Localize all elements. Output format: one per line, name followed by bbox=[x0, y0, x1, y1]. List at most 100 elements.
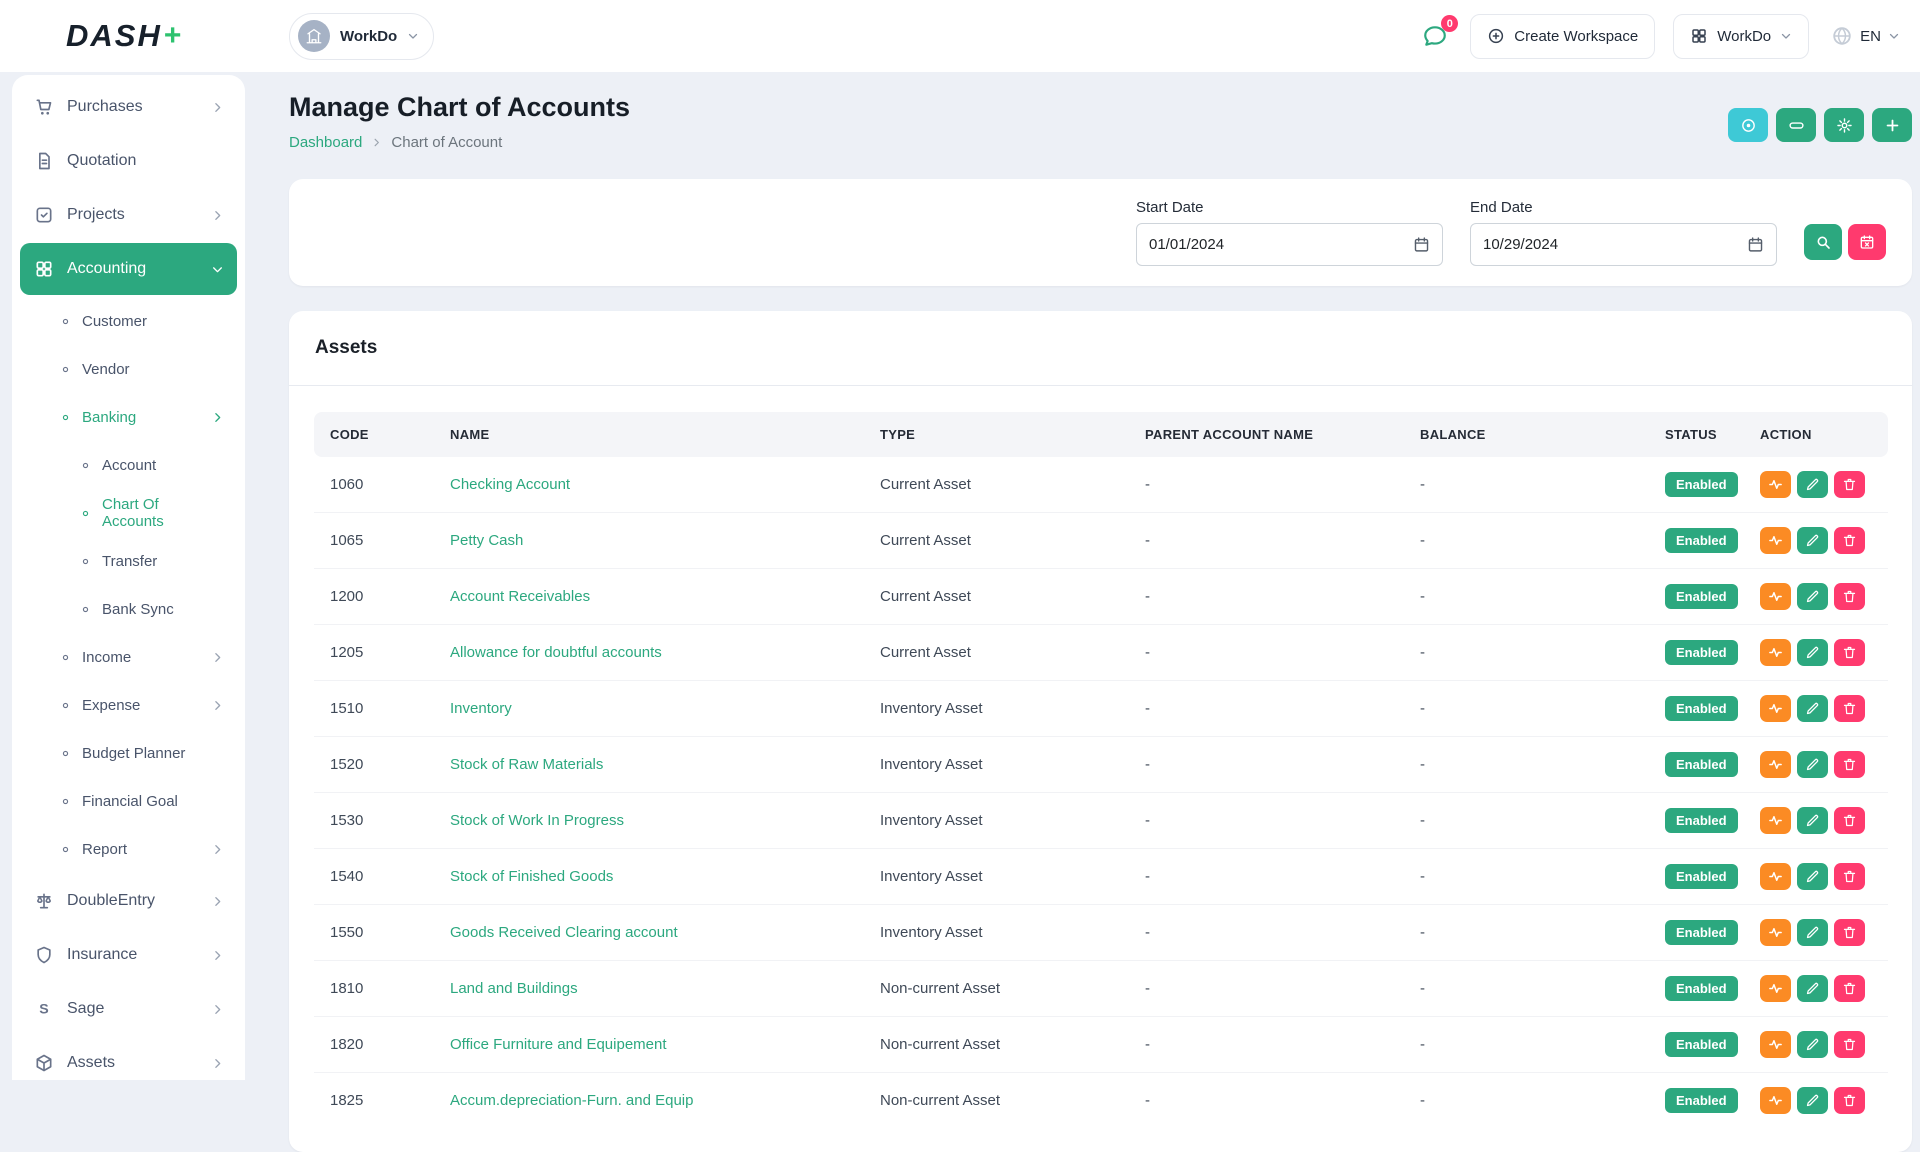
sub-account-button[interactable] bbox=[1760, 695, 1791, 722]
account-name-link[interactable]: Stock of Raw Materials bbox=[450, 756, 603, 773]
sidebar-item-label: Projects bbox=[67, 206, 125, 224]
account-name-link[interactable]: Checking Account bbox=[450, 476, 570, 493]
column-type: TYPE bbox=[864, 412, 1129, 457]
sidebar-item-chart-of-accounts[interactable]: Chart Of Accounts bbox=[20, 489, 237, 537]
account-name-link[interactable]: Accum.depreciation-Furn. and Equip bbox=[450, 1092, 693, 1109]
end-date-input[interactable]: 10/29/2024 bbox=[1470, 223, 1777, 266]
search-icon bbox=[1815, 234, 1831, 250]
sidebar-item-purchases[interactable]: Purchases bbox=[20, 81, 237, 133]
sidebar-item-label: Purchases bbox=[67, 98, 143, 116]
workdo-apps-button[interactable]: WorkDo bbox=[1673, 14, 1809, 59]
delete-button[interactable] bbox=[1834, 639, 1865, 666]
settings-button[interactable] bbox=[1824, 108, 1864, 142]
sidebar-item-vendor[interactable]: Vendor bbox=[20, 345, 237, 393]
breadcrumb-dashboard-link[interactable]: Dashboard bbox=[289, 134, 362, 151]
sidebar-item-banking[interactable]: Banking bbox=[20, 393, 237, 441]
sub-account-button[interactable] bbox=[1760, 751, 1791, 778]
delete-button[interactable] bbox=[1834, 471, 1865, 498]
sub-account-button[interactable] bbox=[1760, 639, 1791, 666]
start-date-input[interactable]: 01/01/2024 bbox=[1136, 223, 1443, 266]
account-name-link[interactable]: Allowance for doubtful accounts bbox=[450, 644, 662, 661]
sub-account-button[interactable] bbox=[1760, 527, 1791, 554]
delete-button[interactable] bbox=[1834, 1087, 1865, 1114]
pencil-icon bbox=[1805, 589, 1820, 604]
pencil-icon bbox=[1805, 645, 1820, 660]
reset-filter-button[interactable] bbox=[1848, 224, 1886, 260]
edit-button[interactable] bbox=[1797, 975, 1828, 1002]
language-selector[interactable]: EN bbox=[1827, 19, 1904, 53]
sidebar-item-report[interactable]: Report bbox=[20, 825, 237, 873]
status-badge: Enabled bbox=[1665, 808, 1738, 833]
account-name-link[interactable]: Office Furniture and Equipement bbox=[450, 1036, 667, 1053]
account-name-link[interactable]: Account Receivables bbox=[450, 588, 590, 605]
trash-icon bbox=[1842, 757, 1857, 772]
delete-button[interactable] bbox=[1834, 975, 1865, 1002]
sidebar-item-expense[interactable]: Expense bbox=[20, 681, 237, 729]
account-name-link[interactable]: Stock of Finished Goods bbox=[450, 868, 613, 885]
edit-button[interactable] bbox=[1797, 1087, 1828, 1114]
sidebar-item-sage[interactable]: Sage bbox=[20, 983, 237, 1035]
sidebar-item-insurance[interactable]: Insurance bbox=[20, 929, 237, 981]
delete-button[interactable] bbox=[1834, 583, 1865, 610]
header-action-capsule-button[interactable] bbox=[1776, 108, 1816, 142]
edit-button[interactable] bbox=[1797, 471, 1828, 498]
search-button[interactable] bbox=[1804, 224, 1842, 260]
grid-icon bbox=[34, 259, 54, 279]
header-action-disc-button[interactable] bbox=[1728, 108, 1768, 142]
app-logo[interactable]: DASH + bbox=[0, 18, 245, 54]
edit-button[interactable] bbox=[1797, 583, 1828, 610]
sub-account-button[interactable] bbox=[1760, 975, 1791, 1002]
account-name-link[interactable]: Land and Buildings bbox=[450, 980, 578, 997]
sidebar-item-quotation[interactable]: Quotation bbox=[20, 135, 237, 187]
sidebar-item-income[interactable]: Income bbox=[20, 633, 237, 681]
edit-button[interactable] bbox=[1797, 919, 1828, 946]
workspace-switcher[interactable]: WorkDo bbox=[289, 13, 434, 60]
create-workspace-button[interactable]: Create Workspace bbox=[1470, 14, 1655, 59]
sub-account-button[interactable] bbox=[1760, 471, 1791, 498]
status-badge: Enabled bbox=[1665, 584, 1738, 609]
sidebar-item-transfer[interactable]: Transfer bbox=[20, 537, 237, 585]
double-entry-icon bbox=[34, 891, 54, 911]
edit-button[interactable] bbox=[1797, 751, 1828, 778]
delete-button[interactable] bbox=[1834, 695, 1865, 722]
filter-card: Start Date 01/01/2024 End Date 10/29/202… bbox=[289, 179, 1912, 286]
delete-button[interactable] bbox=[1834, 863, 1865, 890]
sidebar-item-accounting[interactable]: Accounting bbox=[20, 243, 237, 295]
account-name-link[interactable]: Petty Cash bbox=[450, 532, 523, 549]
account-name-link[interactable]: Goods Received Clearing account bbox=[450, 924, 678, 941]
delete-button[interactable] bbox=[1834, 1031, 1865, 1058]
sub-account-button[interactable] bbox=[1760, 807, 1791, 834]
sidebar-item-budget-planner[interactable]: Budget Planner bbox=[20, 729, 237, 777]
edit-button[interactable] bbox=[1797, 695, 1828, 722]
table-row: 1825 Accum.depreciation-Furn. and Equip … bbox=[314, 1073, 1888, 1129]
sidebar-item-bank-sync[interactable]: Bank Sync bbox=[20, 585, 237, 633]
edit-button[interactable] bbox=[1797, 1031, 1828, 1058]
add-account-button[interactable] bbox=[1872, 108, 1912, 142]
delete-button[interactable] bbox=[1834, 751, 1865, 778]
account-name-link[interactable]: Stock of Work In Progress bbox=[450, 812, 624, 829]
account-code: 1550 bbox=[314, 905, 434, 961]
delete-button[interactable] bbox=[1834, 527, 1865, 554]
sidebar-item-doubleentry[interactable]: DoubleEntry bbox=[20, 875, 237, 927]
sub-account-button[interactable] bbox=[1760, 1031, 1791, 1058]
sub-account-button[interactable] bbox=[1760, 583, 1791, 610]
sub-account-button[interactable] bbox=[1760, 919, 1791, 946]
edit-button[interactable] bbox=[1797, 639, 1828, 666]
sub-account-button[interactable] bbox=[1760, 863, 1791, 890]
sidebar-item-account[interactable]: Account bbox=[20, 441, 237, 489]
sidebar-item-label: Account bbox=[102, 457, 156, 474]
sidebar-item-customer[interactable]: Customer bbox=[20, 297, 237, 345]
messages-button[interactable]: 0 bbox=[1418, 19, 1452, 53]
edit-button[interactable] bbox=[1797, 807, 1828, 834]
trash-icon bbox=[1842, 813, 1857, 828]
sidebar-item-financial-goal[interactable]: Financial Goal bbox=[20, 777, 237, 825]
delete-button[interactable] bbox=[1834, 807, 1865, 834]
account-name-link[interactable]: Inventory bbox=[450, 700, 512, 717]
delete-button[interactable] bbox=[1834, 919, 1865, 946]
breadcrumb-current: Chart of Account bbox=[391, 134, 502, 151]
sidebar-item-projects[interactable]: Projects bbox=[20, 189, 237, 241]
sub-account-button[interactable] bbox=[1760, 1087, 1791, 1114]
dot-icon bbox=[60, 796, 71, 807]
edit-button[interactable] bbox=[1797, 527, 1828, 554]
edit-button[interactable] bbox=[1797, 863, 1828, 890]
